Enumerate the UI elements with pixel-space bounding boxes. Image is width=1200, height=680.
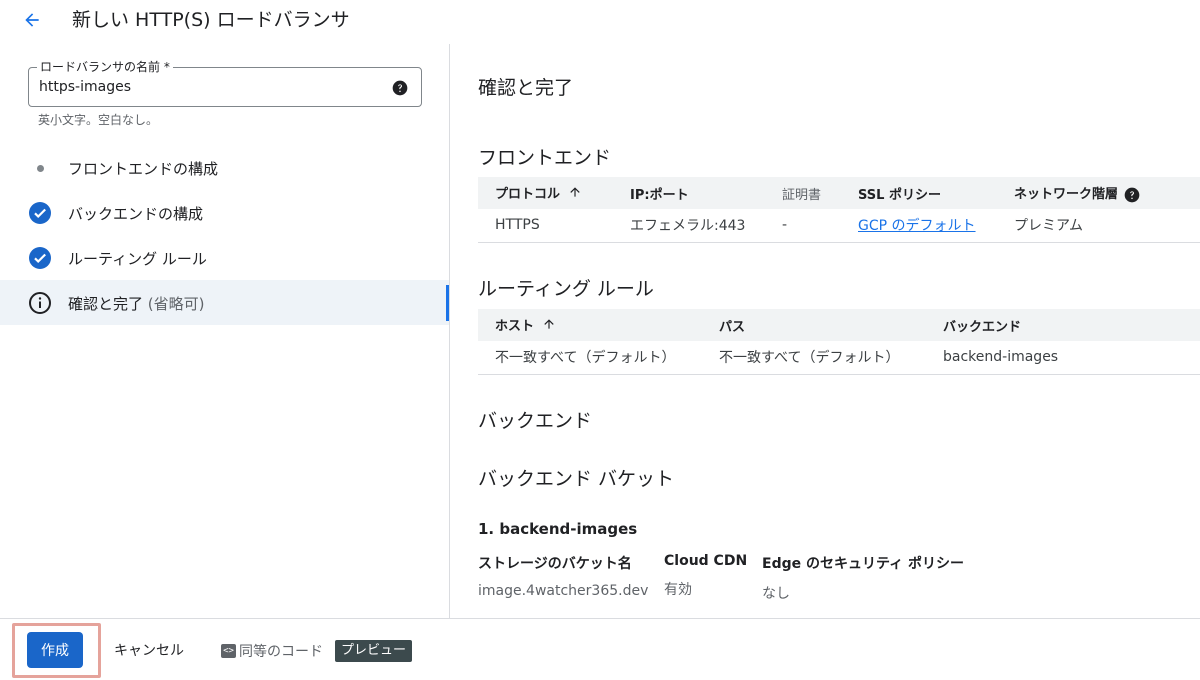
name-hint: 英小文字。空白なし。 — [38, 113, 159, 127]
step-routing[interactable]: ルーティング ルール — [0, 235, 449, 280]
cancel-button[interactable]: キャンセル — [103, 632, 195, 668]
check-circle-icon — [28, 246, 52, 270]
name-field-label: ロードバランサの名前 * — [37, 59, 173, 75]
cell-ssl-policy: GCP のデフォルト — [841, 209, 997, 243]
help-icon[interactable] — [391, 79, 409, 97]
active-step-indicator — [446, 285, 449, 321]
bucket-cdn-column: Cloud CDN 有効 — [664, 553, 747, 599]
check-circle-icon — [28, 201, 52, 225]
table-header-row: ホスト パス バックエンド — [478, 309, 1200, 341]
header: 新しい HTTP(S) ロードバランサ — [0, 0, 1200, 44]
cell-certificate: - — [765, 209, 841, 243]
cell-host: 不一致すべて（デフォルト） — [478, 341, 702, 375]
frontend-table: プロトコル IP:ポート 証明書 SSL ポリシー ネットワーク階層 HTTPS… — [478, 177, 1200, 243]
cell-path: 不一致すべて（デフォルト） — [702, 341, 926, 375]
ssl-policy-link[interactable]: GCP のデフォルト — [858, 218, 976, 234]
table-row: HTTPS エフェメラル:443 - GCP のデフォルト プレミアム — [478, 209, 1200, 243]
bucket-cdn-header: Cloud CDN — [664, 553, 748, 569]
name-field[interactable]: ロードバランサの名前 * — [28, 59, 422, 107]
equivalent-code-link[interactable]: <> 同等のコード — [221, 641, 323, 661]
cell-backend: backend-images — [926, 341, 1200, 375]
column-header-ssl-policy: SSL ポリシー — [841, 177, 997, 209]
column-header-host[interactable]: ホスト — [478, 309, 702, 341]
left-panel: ロードバランサの名前 * 英小文字。空白なし。 フロントエンドの構成 バックエン… — [0, 44, 450, 618]
code-icon: <> — [221, 644, 236, 658]
bucket-storage-value: image.4watcher365.dev — [478, 583, 649, 599]
backend-bucket-title: バックエンド バケット — [478, 468, 675, 490]
backend-title: バックエンド — [478, 410, 593, 432]
help-icon[interactable] — [1124, 187, 1140, 203]
bucket-cdn-value: 有効 — [664, 582, 692, 598]
routing-title: ルーティング ルール — [478, 278, 654, 300]
steps-list: フロントエンドの構成 バックエンドの構成 ルーティング ルール 確認と完了 (省… — [0, 145, 449, 325]
review-title: 確認と完了 — [478, 77, 574, 99]
bucket-security-column: Edge のセキュリティ ポリシー なし — [762, 553, 964, 603]
step-label: 確認と完了 (省略可) — [68, 293, 205, 314]
bucket-storage-column: ストレージのバケット名 image.4watcher365.dev — [478, 553, 648, 599]
name-input[interactable] — [39, 79, 379, 95]
footer-actions: 作成 キャンセル <> 同等のコード プレビュー — [0, 618, 1200, 680]
column-header-network-tier: ネットワーク階層 — [997, 177, 1200, 209]
step-frontend[interactable]: フロントエンドの構成 — [0, 145, 449, 190]
back-button[interactable] — [18, 6, 46, 34]
equivalent-code-label: 同等のコード — [239, 644, 323, 660]
step-label: フロントエンドの構成 — [68, 160, 219, 178]
column-header-certificate: 証明書 — [765, 177, 841, 209]
step-review[interactable]: 確認と完了 (省略可) — [0, 280, 449, 325]
column-header-protocol[interactable]: プロトコル — [478, 177, 613, 209]
frontend-title: フロントエンド — [478, 147, 612, 169]
arrow-up-icon — [542, 317, 556, 335]
info-icon — [28, 291, 52, 315]
step-backend[interactable]: バックエンドの構成 — [0, 190, 449, 235]
bucket-security-header: Edge のセキュリティ ポリシー — [762, 556, 965, 572]
step-label-text: 確認と完了 — [68, 295, 144, 313]
arrow-back-icon — [25, 13, 39, 27]
arrow-up-icon — [568, 185, 582, 203]
bucket-security-value: なし — [762, 586, 790, 602]
step-optional: (省略可) — [147, 295, 205, 313]
step-label: ルーティング ルール — [68, 250, 207, 268]
preview-badge: プレビュー — [335, 640, 413, 662]
column-header-ip-port: IP:ポート — [613, 177, 765, 209]
create-button[interactable]: 作成 — [27, 632, 83, 668]
column-header-backend: バックエンド — [926, 309, 1200, 341]
cell-ip-port: エフェメラル:443 — [613, 209, 765, 243]
table-header-row: プロトコル IP:ポート 証明書 SSL ポリシー ネットワーク階層 — [478, 177, 1200, 209]
dot-icon — [28, 156, 52, 180]
step-label: バックエンドの構成 — [68, 205, 204, 223]
cell-protocol: HTTPS — [478, 209, 613, 243]
bucket-storage-header: ストレージのバケット名 — [478, 556, 632, 572]
bucket-name-title: 1. backend-images — [478, 520, 638, 538]
page-title: 新しい HTTP(S) ロードバランサ — [72, 9, 350, 31]
column-header-path: パス — [702, 309, 926, 341]
table-row: 不一致すべて（デフォルト） 不一致すべて（デフォルト） backend-imag… — [478, 341, 1200, 375]
cell-network-tier: プレミアム — [997, 209, 1200, 243]
review-panel: 確認と完了 フロントエンド プロトコル IP:ポート 証明書 SSL ポリシー … — [450, 44, 1200, 618]
routing-table: ホスト パス バックエンド 不一致すべて（デフォルト） 不一致すべて（デフォルト… — [478, 309, 1200, 375]
